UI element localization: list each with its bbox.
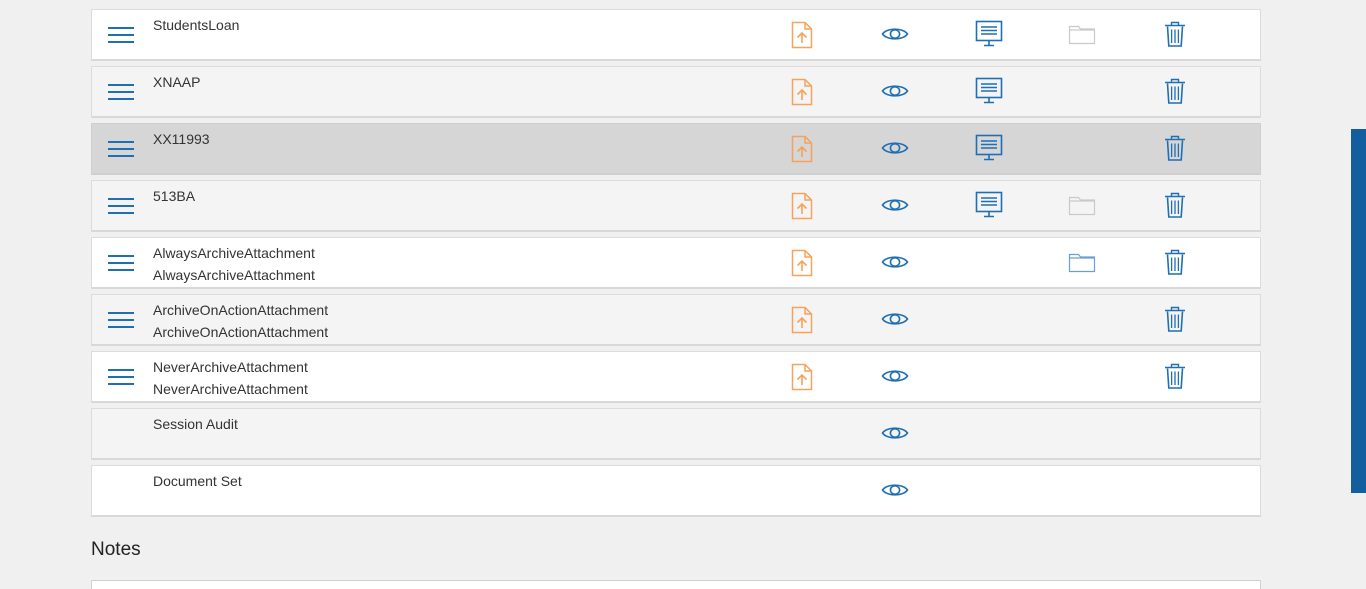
folder-icon[interactable] — [1068, 23, 1096, 50]
eye-icon[interactable] — [881, 25, 909, 48]
presentation-icon[interactable] — [975, 134, 1003, 167]
hamburger-menu-icon[interactable] — [108, 255, 134, 273]
list-item[interactable]: NeverArchiveAttachment NeverArchiveAttach… — [91, 351, 1261, 403]
trash-icon[interactable] — [1164, 77, 1186, 110]
trash-icon[interactable] — [1164, 362, 1186, 395]
trash-icon[interactable] — [1164, 134, 1186, 167]
item-name: NeverArchiveAttachment — [153, 359, 308, 375]
upload-icon[interactable] — [791, 135, 813, 168]
upload-icon[interactable] — [791, 78, 813, 111]
eye-icon[interactable] — [881, 82, 909, 105]
eye-icon[interactable] — [881, 253, 909, 276]
item-name: AlwaysArchiveAttachment — [153, 245, 315, 261]
list-item[interactable]: XX11993 — [91, 123, 1261, 175]
presentation-icon[interactable] — [975, 20, 1003, 53]
item-subname: AlwaysArchiveAttachment — [153, 267, 315, 283]
trash-icon[interactable] — [1164, 305, 1186, 338]
upload-icon[interactable] — [791, 306, 813, 339]
list-item[interactable]: AlwaysArchiveAttachment AlwaysArchiveAtta… — [91, 237, 1261, 289]
hamburger-menu-icon[interactable] — [108, 84, 134, 102]
item-name: Document Set — [153, 473, 242, 489]
upload-icon[interactable] — [791, 249, 813, 282]
hamburger-menu-icon[interactable] — [108, 369, 134, 387]
upload-icon[interactable] — [791, 192, 813, 225]
item-name: XNAAP — [153, 74, 201, 90]
hamburger-menu-icon[interactable] — [108, 312, 134, 330]
eye-icon[interactable] — [881, 367, 909, 390]
trash-icon[interactable] — [1164, 20, 1186, 53]
folder-icon[interactable] — [1068, 251, 1096, 278]
item-subname: NeverArchiveAttachment — [153, 381, 308, 397]
hamburger-menu-icon[interactable] — [108, 27, 134, 45]
eye-icon[interactable] — [881, 310, 909, 333]
list-item[interactable]: XNAAP — [91, 66, 1261, 118]
item-name: XX11993 — [153, 131, 210, 147]
item-name: Session Audit — [153, 416, 238, 432]
item-subname: ArchiveOnActionAttachment — [153, 324, 329, 340]
item-name: ArchiveOnActionAttachment — [153, 302, 329, 318]
upload-icon[interactable] — [791, 21, 813, 54]
notes-heading: Notes — [91, 539, 141, 560]
list-item[interactable]: 513BA — [91, 180, 1261, 232]
eye-icon[interactable] — [881, 424, 909, 447]
item-name: 513BA — [153, 188, 196, 204]
list-item[interactable]: Session Audit — [91, 408, 1261, 460]
folder-icon[interactable] — [1068, 194, 1096, 221]
hamburger-menu-icon[interactable] — [108, 198, 134, 216]
item-name: StudentsLoan — [153, 17, 240, 33]
trash-icon[interactable] — [1164, 248, 1186, 281]
trash-icon[interactable] — [1164, 191, 1186, 224]
list-item[interactable]: Document Set — [91, 465, 1261, 517]
scrollbar-thumb[interactable] — [1351, 129, 1366, 493]
upload-icon[interactable] — [791, 363, 813, 396]
presentation-icon[interactable] — [975, 77, 1003, 110]
eye-icon[interactable] — [881, 196, 909, 219]
notes-textarea[interactable] — [91, 580, 1261, 589]
eye-icon[interactable] — [881, 481, 909, 504]
hamburger-menu-icon[interactable] — [108, 141, 134, 159]
presentation-icon[interactable] — [975, 191, 1003, 224]
eye-icon[interactable] — [881, 139, 909, 162]
list-item[interactable]: ArchiveOnActionAttachment ArchiveOnAction… — [91, 294, 1261, 346]
list-item[interactable]: StudentsLoan — [91, 9, 1261, 61]
